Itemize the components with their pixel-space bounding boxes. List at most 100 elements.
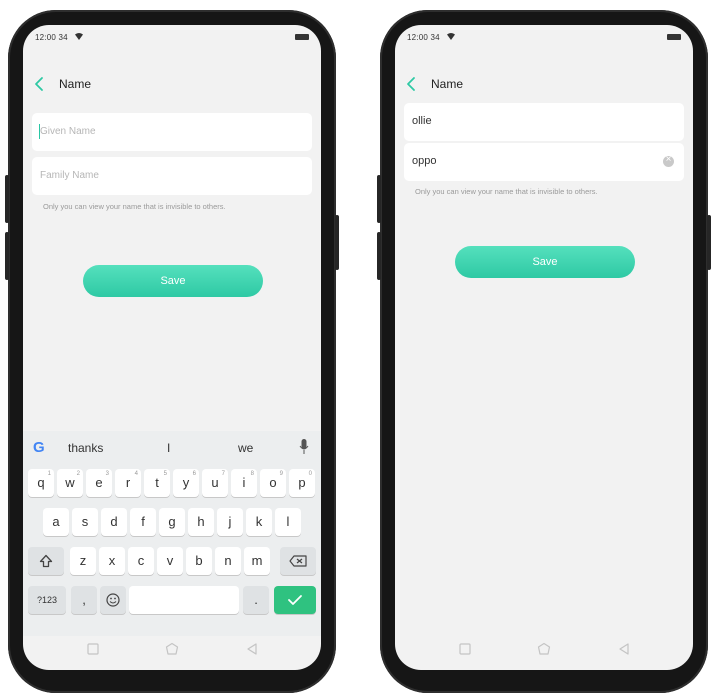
suggestion-2[interactable]: I [167, 441, 170, 455]
key-label: r [125, 475, 131, 490]
key-alt-label: 0 [308, 471, 312, 477]
key-m[interactable]: m [244, 547, 270, 575]
volume-up-button [377, 175, 381, 223]
key-v[interactable]: v [157, 547, 183, 575]
key-label: l [286, 514, 290, 529]
power-button [335, 215, 339, 270]
battery-icon [295, 34, 309, 40]
enter-key[interactable] [274, 586, 316, 614]
key-e[interactable]: e3 [86, 469, 112, 497]
key-u[interactable]: u7 [202, 469, 228, 497]
key-t[interactable]: t5 [144, 469, 170, 497]
key-row-4: ?123 , . [23, 586, 321, 616]
screen-right: 12:00 34 Name ollie oppo Only you can vi… [395, 25, 693, 670]
backspace-key[interactable] [280, 547, 316, 575]
page-title: Name [59, 77, 92, 91]
key-label: v [166, 553, 174, 568]
key-label: w [65, 475, 75, 490]
key-alt-label: 6 [192, 471, 196, 477]
family-name-field[interactable]: Family Name [32, 157, 312, 195]
family-name-field[interactable]: oppo [404, 143, 684, 181]
key-o[interactable]: o9 [260, 469, 286, 497]
back-arrow-icon[interactable] [33, 76, 47, 92]
key-w[interactable]: w2 [57, 469, 83, 497]
key-x[interactable]: x [99, 547, 125, 575]
privacy-hint: Only you can view your name that is invi… [415, 187, 598, 196]
symbols-key[interactable]: ?123 [28, 586, 66, 614]
period-key[interactable]: . [243, 586, 269, 614]
header: Name [23, 73, 321, 97]
key-row-3: zx c v bnm [23, 547, 321, 577]
back-nav-icon[interactable] [617, 642, 631, 656]
key-c[interactable]: c [128, 547, 154, 575]
google-icon[interactable]: G [33, 439, 45, 456]
key-label: m [251, 553, 263, 568]
key-n[interactable]: n [215, 547, 241, 575]
keyboard: G thanks I we q1w2e3r4t5y6u7i8o9p0 asdfg… [23, 431, 321, 636]
key-label: f [141, 514, 145, 529]
key-label: d [110, 514, 118, 529]
recent-apps-icon[interactable] [458, 642, 472, 656]
power-button [707, 215, 711, 270]
key-i[interactable]: i8 [231, 469, 257, 497]
key-row-1: q1w2e3r4t5y6u7i8o9p0 [23, 469, 321, 499]
wifi-icon [75, 33, 83, 40]
given-name-value: ollie [412, 115, 432, 127]
key-q[interactable]: q1 [28, 469, 54, 497]
key-label: h [197, 514, 205, 529]
key-label: u [211, 475, 219, 490]
key-r[interactable]: r4 [115, 469, 141, 497]
recent-apps-icon[interactable] [86, 642, 100, 656]
home-icon[interactable] [165, 642, 179, 656]
home-icon[interactable] [537, 642, 551, 656]
back-nav-icon[interactable] [245, 642, 259, 656]
space-key[interactable] [129, 586, 239, 614]
status-time: 12:00 34 [35, 33, 68, 42]
family-name-placeholder: Family Name [40, 170, 99, 181]
key-l[interactable]: l [275, 508, 301, 536]
key-label: b [195, 553, 203, 568]
key-label: c [137, 553, 145, 568]
key-z[interactable]: z [70, 547, 96, 575]
save-button[interactable]: Save [83, 265, 263, 297]
key-b[interactable]: b [186, 547, 212, 575]
key-a[interactable]: a [43, 508, 69, 536]
key-f[interactable]: f [130, 508, 156, 536]
volume-down-button [5, 232, 9, 280]
phone-left: 12:00 34 Name Given Name Family Name Onl… [5, 10, 339, 693]
backspace-icon [289, 555, 307, 567]
shift-key[interactable] [28, 547, 64, 575]
privacy-hint: Only you can view your name that is invi… [43, 202, 226, 211]
suggestion-1[interactable]: thanks [68, 441, 103, 455]
screen-left: 12:00 34 Name Given Name Family Name Onl… [23, 25, 321, 670]
key-alt-label: 5 [163, 471, 167, 477]
clear-icon[interactable] [663, 154, 674, 167]
key-d[interactable]: d [101, 508, 127, 536]
wifi-icon [447, 33, 455, 40]
key-alt-label: 8 [250, 471, 254, 477]
suggestion-3[interactable]: we [238, 441, 253, 455]
given-name-field[interactable]: ollie [404, 103, 684, 141]
microphone-icon[interactable] [299, 439, 309, 455]
checkmark-icon [288, 595, 302, 605]
key-h[interactable]: h [188, 508, 214, 536]
key-label: q [37, 475, 45, 490]
key-j[interactable]: j [217, 508, 243, 536]
key-alt-label: 3 [105, 471, 109, 477]
comma-key[interactable]: , [71, 586, 97, 614]
emoji-key[interactable] [100, 586, 126, 614]
key-k[interactable]: k [246, 508, 272, 536]
key-y[interactable]: y6 [173, 469, 199, 497]
given-name-field[interactable]: Given Name [32, 113, 312, 151]
back-arrow-icon[interactable] [405, 76, 419, 92]
key-p[interactable]: p0 [289, 469, 315, 497]
key-label: k [255, 514, 263, 529]
key-s[interactable]: s [72, 508, 98, 536]
key-g[interactable]: g [159, 508, 185, 536]
battery-icon [667, 34, 681, 40]
header: Name [395, 73, 693, 97]
key-label: x [108, 553, 116, 568]
key-alt-label: 7 [221, 471, 225, 477]
save-button[interactable]: Save [455, 246, 635, 278]
key-label: i [242, 475, 246, 490]
